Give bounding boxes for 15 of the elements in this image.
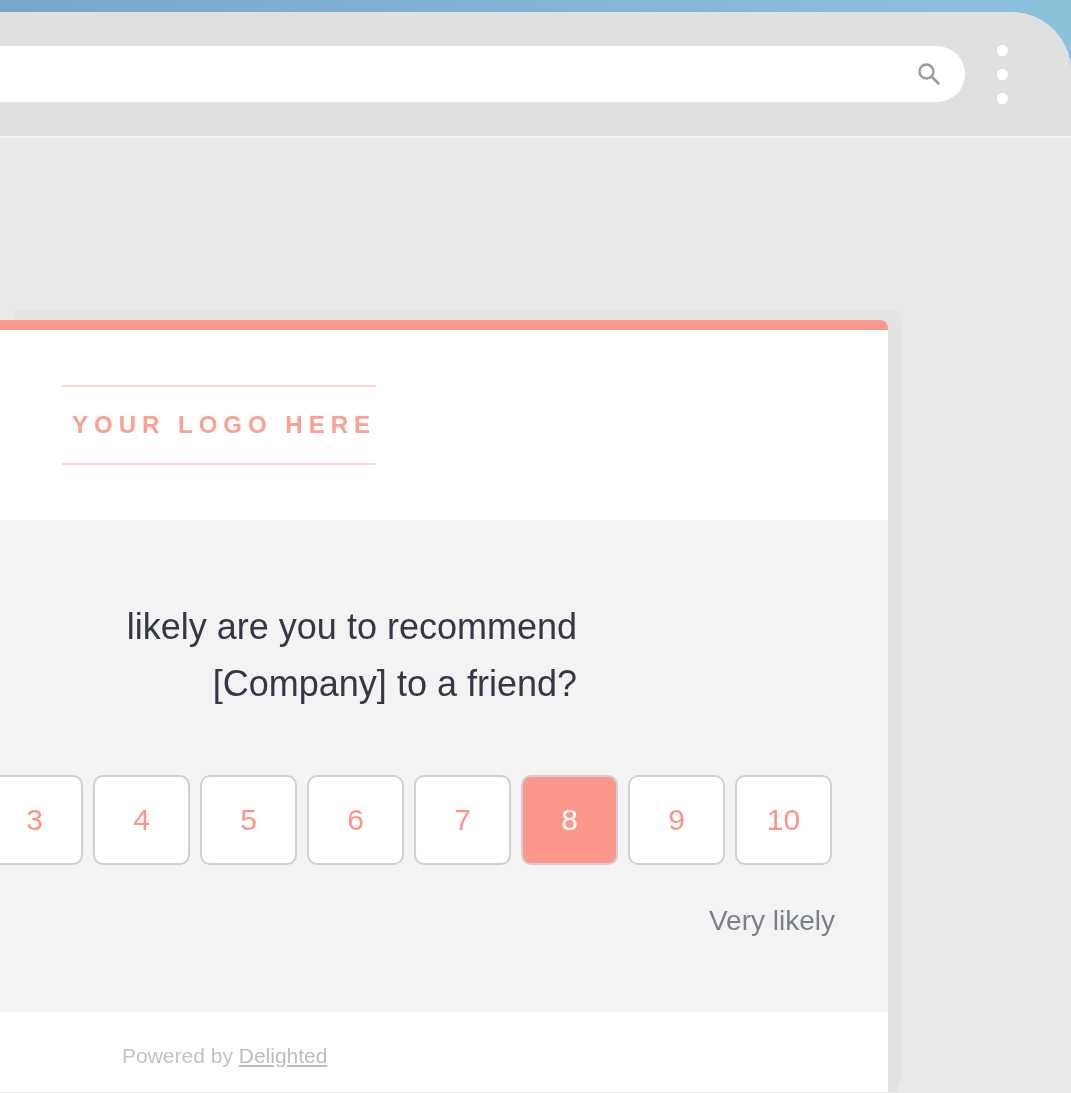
search-icon[interactable] [917,62,941,86]
score-button[interactable]: 7 [414,775,511,865]
score-button[interactable]: 4 [93,775,190,865]
logo-text: YOUR LOGO HERE [71,411,377,438]
score-button[interactable]: 8 [521,775,618,865]
delighted-link[interactable]: Delighted [238,1044,328,1067]
menu-icon[interactable] [997,44,1008,104]
question-text: likely are you to recommend [Company] to a friend? [125,605,577,706]
powered-by-text: Powered by Delighted [122,1044,328,1067]
score-button[interactable]: 9 [628,775,725,865]
score-button[interactable]: 3 [0,775,83,865]
scale-label: Very likely [707,905,835,937]
score-button[interactable]: 5 [200,775,297,865]
score-button[interactable]: 10 [735,775,832,865]
score-button[interactable]: 6 [307,775,404,865]
